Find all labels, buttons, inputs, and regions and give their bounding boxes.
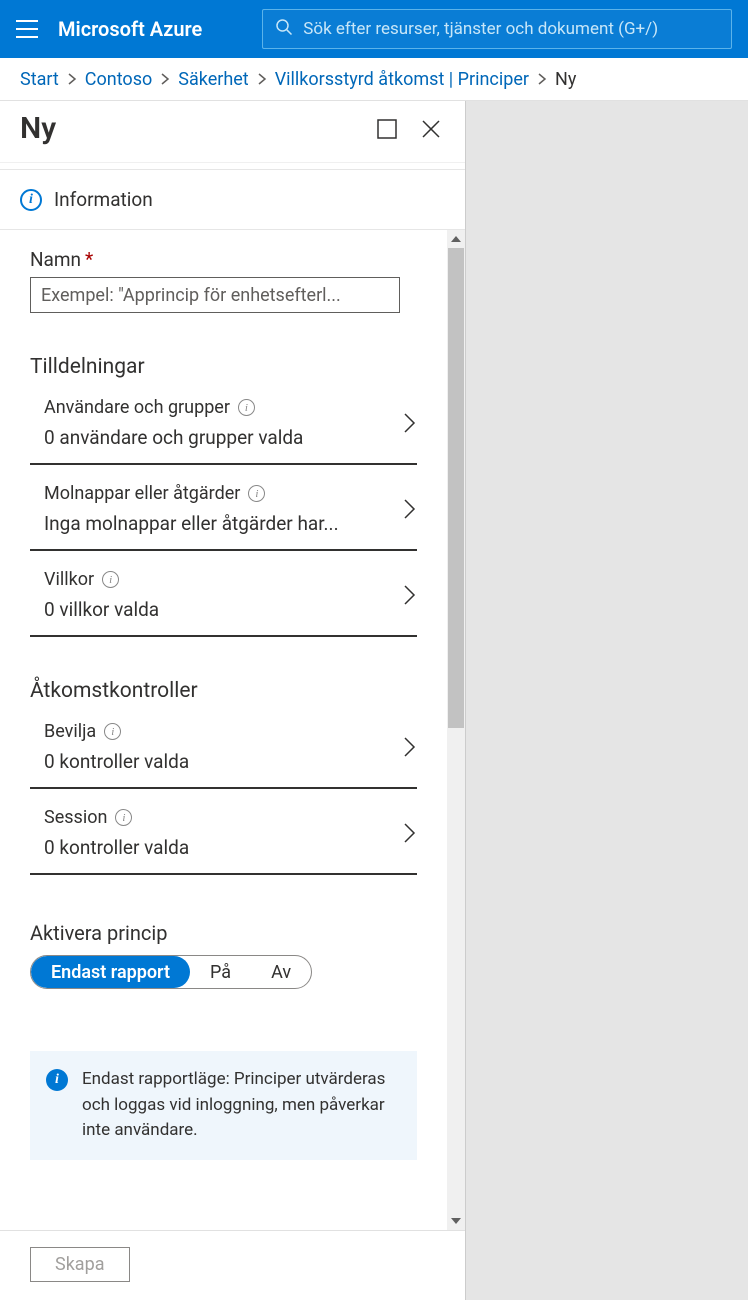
search-placeholder: Sök efter resurser, tjänster och dokumen… — [303, 19, 658, 39]
scroll-down-arrow-icon[interactable] — [447, 1212, 465, 1230]
chevron-right-icon — [403, 412, 417, 434]
info-icon[interactable]: i — [248, 485, 265, 502]
breadcrumb: Start Contoso Säkerhet Villkorsstyrd åtk… — [0, 58, 748, 101]
brand-label: Microsoft Azure — [58, 17, 202, 41]
chevron-right-icon — [403, 498, 417, 520]
chevron-right-icon — [537, 73, 547, 85]
breadcrumb-link-ca-policies[interactable]: Villkorsstyrd åtkomst | Principer — [275, 69, 529, 90]
toggle-report-only[interactable]: Endast rapport — [31, 956, 190, 988]
breadcrumb-current: Ny — [555, 69, 576, 90]
info-banner-text: Endast rapportläge: Principer utvärderas… — [82, 1067, 401, 1144]
info-icon[interactable]: i — [238, 399, 255, 416]
close-icon[interactable] — [421, 119, 441, 139]
global-search-input[interactable]: Sök efter resurser, tjänster och dokumen… — [262, 9, 732, 49]
report-only-info-banner: i Endast rapportläge: Principer utvärder… — [30, 1051, 417, 1160]
empty-right-pane — [466, 101, 748, 1300]
hamburger-menu-icon[interactable] — [16, 20, 38, 38]
breadcrumb-link-contoso[interactable]: Contoso — [85, 69, 152, 90]
assignment-conditions[interactable]: Villkor i 0 villkor valda — [30, 551, 417, 637]
list-item-title: Bevilja — [44, 721, 96, 742]
blade-title: Ny — [20, 111, 56, 146]
access-controls-heading: Åtkomstkontroller — [0, 637, 447, 703]
info-tab[interactable]: i Information — [0, 169, 465, 230]
vertical-scrollbar[interactable] — [447, 230, 465, 1230]
list-item-title: Villkor — [44, 569, 94, 590]
toggle-off[interactable]: Av — [251, 956, 311, 988]
list-item-title: Användare och grupper — [44, 397, 230, 418]
info-icon[interactable]: i — [102, 571, 119, 588]
enable-policy-label: Aktivera princip — [30, 921, 417, 945]
scrollbar-thumb[interactable] — [448, 248, 464, 728]
assignments-heading: Tilldelningar — [0, 313, 447, 379]
info-icon: i — [20, 189, 42, 211]
scroll-up-arrow-icon[interactable] — [447, 230, 465, 248]
breadcrumb-link-start[interactable]: Start — [20, 69, 59, 90]
list-item-title: Session — [44, 807, 107, 828]
list-item-title: Molnappar eller åtgärder — [44, 483, 240, 504]
info-icon: i — [46, 1069, 68, 1091]
list-item-subtitle: 0 kontroller valda — [44, 836, 403, 859]
enable-policy-toggle: Endast rapport På Av — [30, 955, 312, 989]
assignment-users-groups[interactable]: Användare och grupper i 0 användare och … — [30, 379, 417, 465]
maximize-icon[interactable] — [377, 119, 397, 139]
chevron-right-icon — [403, 584, 417, 606]
assignment-cloud-apps[interactable]: Molnappar eller åtgärder i Inga molnappa… — [30, 465, 417, 551]
info-icon[interactable]: i — [115, 809, 132, 826]
info-tab-label: Information — [54, 188, 153, 211]
policy-name-input[interactable] — [30, 277, 400, 313]
chevron-right-icon — [160, 73, 170, 85]
blade-new-policy: Ny i Information Namn* — [0, 101, 466, 1300]
chevron-right-icon — [257, 73, 267, 85]
search-icon — [275, 18, 293, 40]
chevron-right-icon — [67, 73, 77, 85]
list-item-subtitle: 0 kontroller valda — [44, 750, 403, 773]
list-item-subtitle: Inga molnappar eller åtgärder har... — [44, 512, 403, 535]
global-header: Microsoft Azure Sök efter resurser, tjän… — [0, 0, 748, 58]
toggle-on[interactable]: På — [190, 956, 251, 988]
list-item-subtitle: 0 användare och grupper valda — [44, 426, 403, 449]
list-item-subtitle: 0 villkor valda — [44, 598, 403, 621]
chevron-right-icon — [403, 822, 417, 844]
info-icon[interactable]: i — [104, 723, 121, 740]
breadcrumb-link-security[interactable]: Säkerhet — [178, 69, 248, 90]
access-control-grant[interactable]: Bevilja i 0 kontroller valda — [30, 703, 417, 789]
chevron-right-icon — [403, 736, 417, 758]
access-control-session[interactable]: Session i 0 kontroller valda — [30, 789, 417, 875]
name-label: Namn* — [30, 248, 417, 271]
blade-footer: Skapa — [0, 1230, 465, 1300]
create-button[interactable]: Skapa — [30, 1247, 130, 1282]
